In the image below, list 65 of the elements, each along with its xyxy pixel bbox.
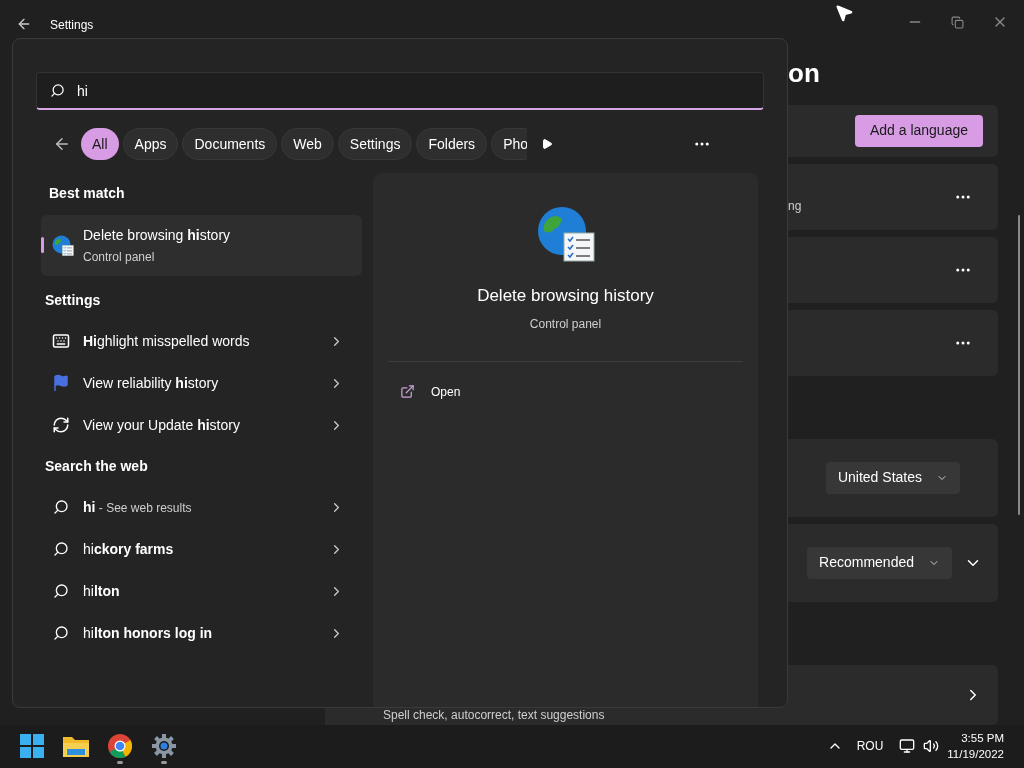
open-icon bbox=[400, 384, 415, 399]
filter-chip[interactable]: Pho bbox=[491, 128, 527, 160]
filter-chip[interactable]: Settings bbox=[337, 128, 413, 160]
action-item[interactable]: Open bbox=[388, 373, 743, 410]
result-text: View your Update history bbox=[83, 415, 240, 435]
windows-logo-icon[interactable] bbox=[20, 734, 44, 759]
action-label: Open bbox=[431, 383, 461, 401]
add-language-button[interactable]: Add a language bbox=[854, 114, 983, 147]
preview-subtitle: Control panel bbox=[529, 315, 602, 333]
selection-indicator bbox=[41, 237, 44, 253]
window-title: Settings bbox=[50, 17, 94, 34]
dropdown[interactable]: Recommended bbox=[807, 546, 952, 579]
card-description: ng bbox=[788, 197, 802, 215]
card-description: Spell check, autocorrect, text suggestions bbox=[383, 706, 605, 724]
dropdown[interactable]: United States bbox=[825, 461, 960, 494]
result-item[interactable]: hi - See web results bbox=[41, 486, 362, 528]
page-heading: on bbox=[788, 58, 821, 87]
language-indicator[interactable]: ROU bbox=[856, 737, 884, 756]
search-icon bbox=[53, 541, 69, 557]
result-text: Highlight misspelled words bbox=[83, 331, 250, 351]
keyboard-icon bbox=[52, 332, 70, 350]
search-icon bbox=[50, 83, 65, 98]
result-item[interactable]: hickory farms bbox=[41, 528, 362, 570]
filter-chip[interactable]: All bbox=[81, 128, 119, 160]
scroll-right-icon[interactable] bbox=[541, 138, 553, 150]
section-heading: Best match bbox=[48, 184, 126, 203]
preview-title: Delete browsing history bbox=[477, 285, 654, 307]
result-text: View reliability history bbox=[83, 373, 219, 393]
browser-icon[interactable] bbox=[108, 734, 132, 759]
result-item[interactable]: View your Update history bbox=[41, 404, 362, 446]
best-match-item[interactable]: Delete browsing history Control panel bbox=[41, 215, 362, 276]
result-text: hilton honors log in bbox=[83, 623, 213, 643]
globe-checklist-icon bbox=[51, 233, 75, 258]
flag-icon bbox=[52, 374, 70, 392]
result-text: hi - See web results bbox=[83, 497, 192, 517]
section-heading: Search the web bbox=[44, 457, 149, 476]
mouse-pointer-icon bbox=[834, 3, 854, 23]
filter-chip[interactable]: Web bbox=[281, 128, 334, 160]
dropdown-value: Recommended bbox=[819, 553, 914, 573]
search-icon bbox=[53, 499, 69, 515]
search-icon bbox=[53, 625, 69, 641]
volume-icon[interactable] bbox=[923, 738, 940, 755]
dropdown-value: United States bbox=[837, 468, 922, 488]
clock-time: 3:55 PM bbox=[961, 731, 1004, 747]
gear-icon[interactable] bbox=[152, 734, 176, 759]
scrollbar[interactable] bbox=[1018, 215, 1020, 515]
filter-chip[interactable]: Apps bbox=[122, 128, 179, 160]
result-text: hickory farms bbox=[83, 539, 174, 559]
restore-icon[interactable] bbox=[951, 15, 964, 29]
filter-chip[interactable]: Folders bbox=[416, 128, 488, 160]
result-item[interactable]: hilton honors log in bbox=[41, 612, 362, 654]
section-heading: Settings bbox=[44, 291, 102, 310]
search-field[interactable]: hi bbox=[36, 72, 764, 110]
filter-chip[interactable]: Documents bbox=[182, 128, 278, 160]
item-subtitle: Control panel bbox=[83, 249, 156, 266]
search-icon bbox=[53, 583, 69, 599]
clock[interactable]: 3:55 PM 11/19/2022 bbox=[947, 730, 1004, 763]
refresh-icon bbox=[52, 416, 70, 434]
clock-date: 11/19/2022 bbox=[947, 747, 1004, 763]
result-item[interactable]: hilton bbox=[41, 570, 362, 612]
folder-icon[interactable] bbox=[63, 735, 89, 758]
result-item[interactable]: View reliability history bbox=[41, 362, 362, 404]
result-text: hilton bbox=[83, 581, 120, 601]
result-item[interactable]: Highlight misspelled words bbox=[41, 320, 362, 362]
item-title: Delete browsing history bbox=[83, 226, 231, 245]
